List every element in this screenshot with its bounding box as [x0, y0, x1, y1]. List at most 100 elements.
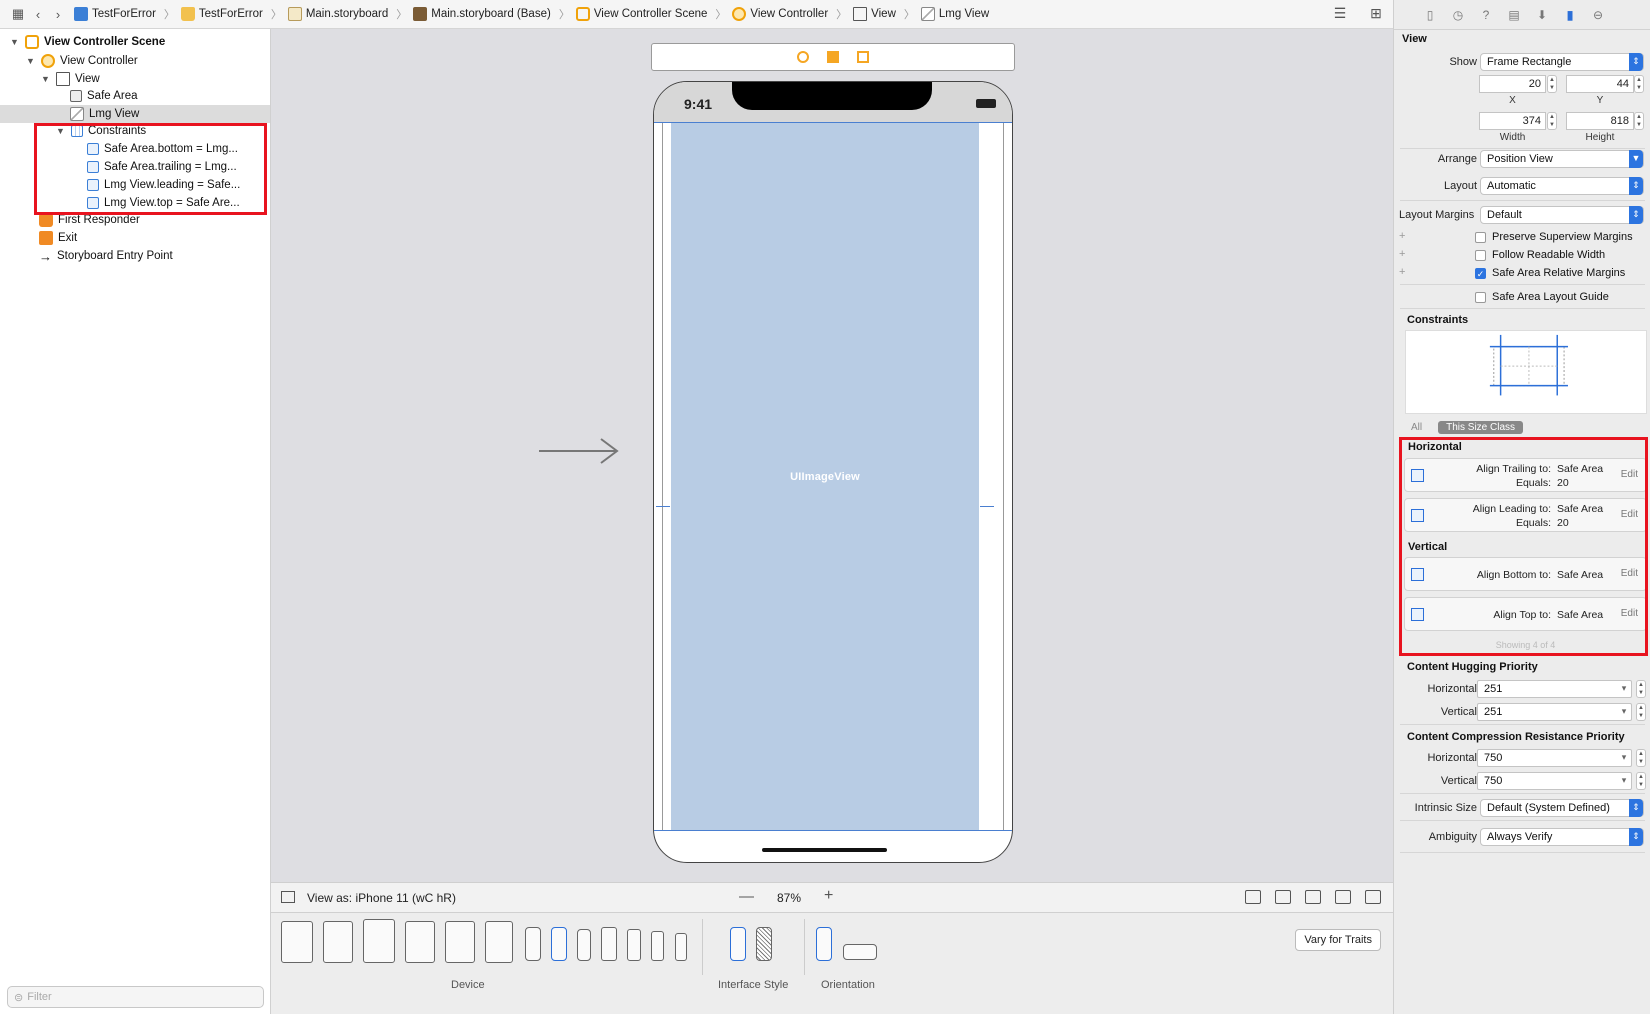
zoom-level[interactable]: 87% — [777, 891, 801, 905]
view-as-label[interactable]: View as: iPhone 11 (wC hR) — [307, 891, 456, 905]
update-frames-icon[interactable] — [1245, 890, 1261, 904]
quick-help-icon[interactable]: ? — [1478, 7, 1494, 23]
filter-field[interactable]: ⊜ Filter — [7, 986, 264, 1008]
device-ipad-pro-105[interactable] — [363, 919, 395, 963]
compression-horizontal-combo[interactable]: 750 ▾ — [1477, 749, 1632, 767]
image-view[interactable]: UIImageView — [671, 123, 979, 830]
first-responder-icon[interactable] — [827, 51, 839, 63]
connections-inspector-icon[interactable]: ⊖ — [1590, 7, 1606, 23]
tab-this-size-class[interactable]: This Size Class — [1438, 421, 1524, 434]
history-inspector-icon[interactable]: ◷ — [1450, 7, 1466, 23]
hugging-horizontal-stepper[interactable]: ▲ ▼ — [1636, 680, 1646, 698]
embed-in-icon[interactable] — [1365, 890, 1381, 904]
compression-horizontal-stepper[interactable]: ▲ ▼ — [1636, 749, 1646, 767]
minimap-icon[interactable]: ☰ — [1331, 5, 1349, 21]
back-icon[interactable]: ‹ — [28, 4, 48, 24]
device-ipad-air[interactable] — [405, 921, 435, 963]
outline-exit[interactable]: Exit — [39, 229, 77, 247]
outline-view-controller[interactable]: ▼ View Controller — [26, 52, 138, 70]
device-iphone-8[interactable] — [627, 929, 641, 961]
view-controller-icon[interactable] — [797, 51, 809, 63]
tab-all[interactable]: All — [1405, 421, 1428, 434]
width-field[interactable]: 374 — [1479, 112, 1546, 130]
storyboard-canvas[interactable]: 9:41 UIImageView — [271, 29, 1393, 912]
device-ipad[interactable] — [445, 921, 475, 963]
breadcrumb-project[interactable]: TestForError 〉 — [74, 6, 175, 22]
y-stepper[interactable]: ▲ ▼ — [1634, 75, 1644, 93]
exit-icon[interactable] — [857, 51, 869, 63]
disclosure-triangle-icon[interactable]: ▼ — [41, 74, 51, 84]
breadcrumb-view-controller[interactable]: View Controller 〉 — [732, 6, 847, 22]
file-inspector-icon[interactable]: ▯ — [1422, 7, 1438, 23]
align-icon[interactable] — [1275, 890, 1291, 904]
hugging-horizontal-combo[interactable]: 251 ▾ — [1477, 680, 1632, 698]
outline-view[interactable]: ▼ View — [41, 70, 100, 88]
checkbox-icon[interactable] — [1475, 291, 1486, 303]
attributes-inspector-icon[interactable]: ⬇ — [1534, 7, 1550, 23]
interface-style-light[interactable] — [730, 927, 746, 961]
orientation-portrait[interactable] — [816, 927, 832, 961]
breadcrumb-image-view[interactable]: Lmg View — [920, 7, 989, 21]
size-inspector-icon[interactable]: ▮ — [1562, 7, 1578, 23]
outline-entry-point[interactable]: → Storyboard Entry Point — [39, 247, 173, 265]
width-stepper[interactable]: ▲ ▼ — [1547, 112, 1557, 130]
outline-safe-area[interactable]: Safe Area — [70, 87, 138, 105]
related-items-icon[interactable]: ▦ — [8, 4, 28, 24]
layout-popup[interactable]: Automatic ⇕ — [1480, 177, 1644, 195]
forward-icon[interactable]: › — [48, 4, 68, 24]
breadcrumb-storyboard-base[interactable]: Main.storyboard (Base) 〉 — [413, 6, 570, 22]
identity-inspector-icon[interactable]: ▤ — [1506, 7, 1522, 23]
device-iphone-4s[interactable] — [675, 933, 687, 961]
disclosure-triangle-icon[interactable]: ▼ — [10, 37, 20, 47]
hugging-vertical-combo[interactable]: 251 ▾ — [1477, 703, 1632, 721]
device-iphone-11[interactable] — [551, 927, 567, 961]
breadcrumb-view[interactable]: View 〉 — [853, 6, 915, 22]
device-iphone-11-pro-max[interactable] — [525, 927, 541, 961]
arrange-popup[interactable]: Position View ▼ — [1480, 150, 1644, 168]
device-ipad-mini[interactable] — [485, 921, 513, 963]
sidebar-toggle-icon[interactable] — [281, 891, 295, 903]
breadcrumb-scene[interactable]: View Controller Scene 〉 — [575, 6, 726, 22]
hugging-vertical-stepper[interactable]: ▲ ▼ — [1636, 703, 1646, 721]
x-field[interactable]: 20 — [1479, 75, 1546, 93]
safe-area-layout-guide-checkbox[interactable]: Safe Area Layout Guide — [1475, 291, 1609, 303]
layout-margins-popup[interactable]: Default ⇕ — [1480, 206, 1644, 224]
height-field[interactable]: 818 — [1566, 112, 1634, 130]
checkbox-icon[interactable] — [1475, 231, 1486, 243]
plus-icon[interactable]: + — [1399, 248, 1405, 260]
device-ipad-pro-12[interactable] — [281, 921, 313, 963]
safe-area-relative-margins-checkbox[interactable]: ✓ Safe Area Relative Margins — [1475, 267, 1625, 279]
ambiguity-popup[interactable]: Always Verify ⇕ — [1480, 828, 1644, 846]
resolve-issues-icon[interactable] — [1335, 890, 1351, 904]
device-iphone-se[interactable] — [651, 931, 664, 961]
interface-style-dark[interactable] — [756, 927, 772, 961]
x-stepper[interactable]: ▲ ▼ — [1547, 75, 1557, 93]
zoom-in-button[interactable]: + — [824, 887, 833, 905]
compression-vertical-stepper[interactable]: ▲ ▼ — [1636, 772, 1646, 790]
entry-point-arrow[interactable] — [539, 437, 619, 465]
add-editor-icon[interactable]: ⊞ — [1367, 5, 1385, 21]
orientation-landscape[interactable] — [843, 944, 877, 960]
intrinsic-size-popup[interactable]: Default (System Defined) ⇕ — [1480, 799, 1644, 817]
zoom-out-button[interactable]: — — [739, 888, 754, 905]
iphone-frame[interactable]: 9:41 UIImageView — [653, 81, 1013, 863]
outline-image-view[interactable]: Lmg View — [0, 105, 270, 123]
checkmark-icon[interactable]: ✓ — [1475, 267, 1486, 279]
plus-icon[interactable]: + — [1399, 230, 1405, 242]
y-field[interactable]: 44 — [1566, 75, 1634, 93]
device-ipad-pro-11[interactable] — [323, 921, 353, 963]
plus-icon[interactable]: + — [1399, 266, 1405, 278]
checkbox-icon[interactable] — [1475, 249, 1486, 261]
preserve-superview-margins-checkbox[interactable]: Preserve Superview Margins — [1475, 231, 1633, 243]
breadcrumb-folder[interactable]: TestForError 〉 — [180, 6, 282, 22]
disclosure-triangle-icon[interactable]: ▼ — [26, 56, 36, 66]
device-iphone-11-pro[interactable] — [577, 929, 591, 961]
breadcrumb-storyboard[interactable]: Main.storyboard 〉 — [287, 6, 407, 22]
follow-readable-width-checkbox[interactable]: Follow Readable Width — [1475, 249, 1605, 261]
outline-scene[interactable]: ▼ View Controller Scene — [10, 33, 165, 51]
height-stepper[interactable]: ▲ ▼ — [1634, 112, 1644, 130]
show-popup[interactable]: Frame Rectangle ⇕ — [1480, 53, 1644, 71]
vary-for-traits-button[interactable]: Vary for Traits — [1295, 929, 1381, 951]
add-constraints-icon[interactable] — [1305, 890, 1321, 904]
device-iphone-8-plus[interactable] — [601, 927, 617, 961]
